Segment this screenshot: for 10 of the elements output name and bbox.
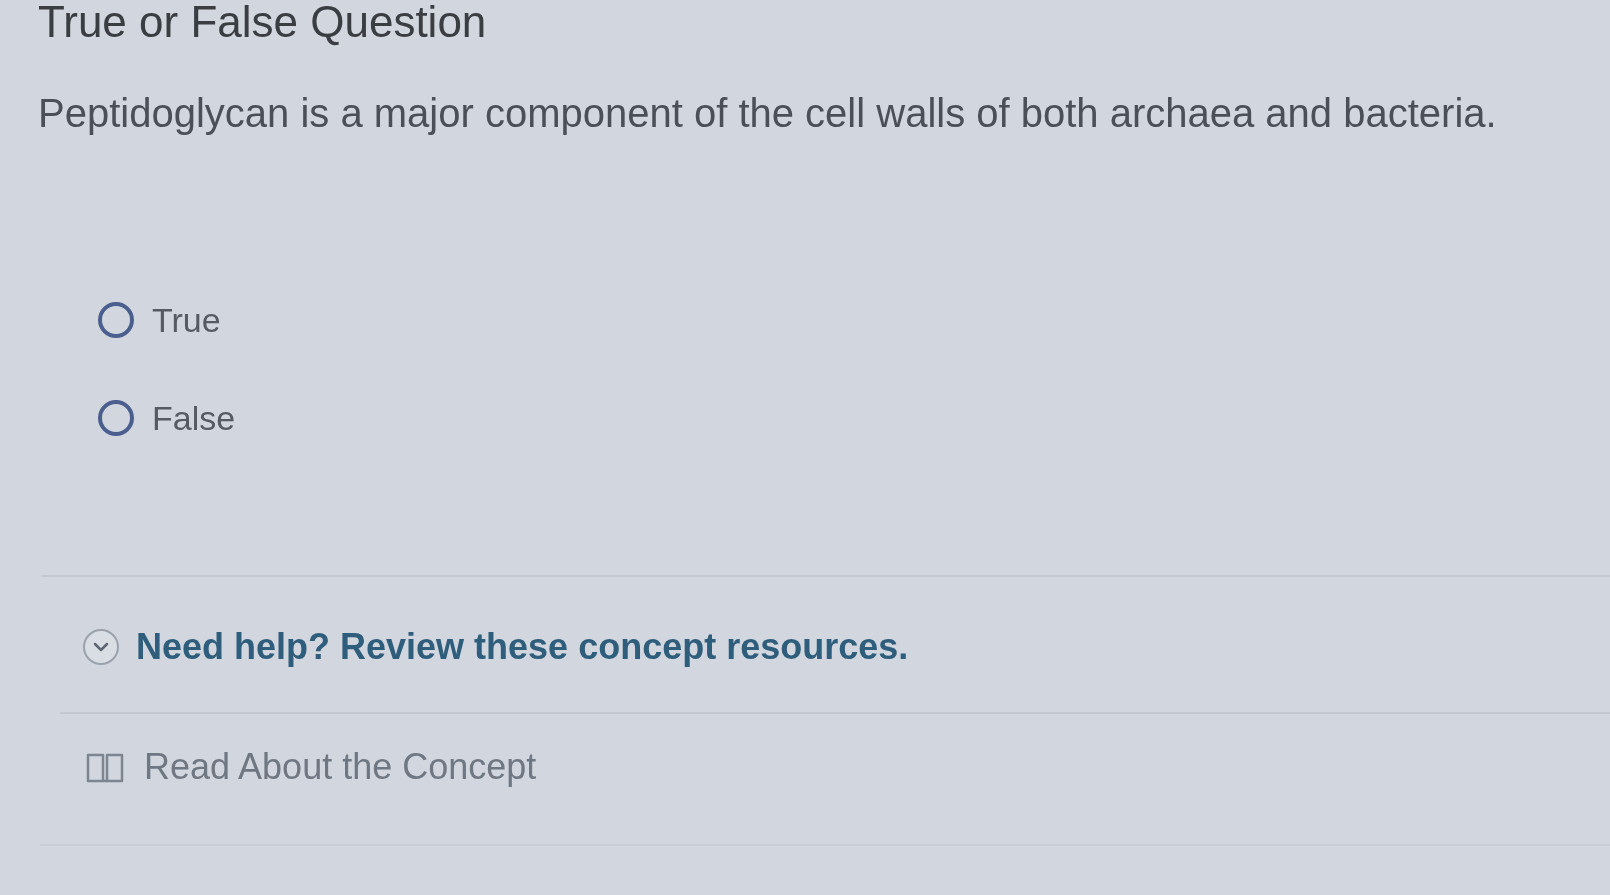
question-type-title: True or False Question xyxy=(38,0,487,44)
concept-resources-toggle[interactable]: Need help? Review these concept resources. xyxy=(136,627,909,667)
radio-button[interactable] xyxy=(98,302,134,338)
read-concept-link[interactable]: Read About the Concept xyxy=(144,747,537,787)
option-label: False xyxy=(152,398,236,438)
radio-button[interactable] xyxy=(98,400,134,436)
book-icon xyxy=(86,751,124,783)
option-label: True xyxy=(152,300,221,340)
chevron-down-circle-icon xyxy=(82,628,120,666)
question-text: Peptidoglycan is a major component of the cell walls of both archaea and bacteria. xyxy=(38,90,1497,137)
